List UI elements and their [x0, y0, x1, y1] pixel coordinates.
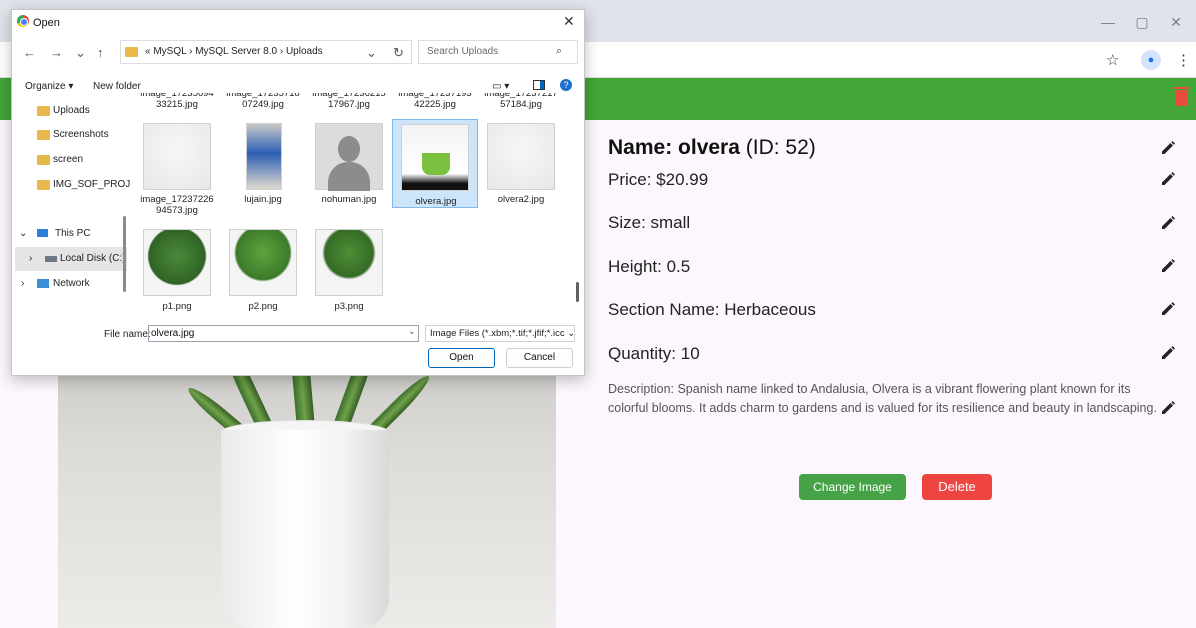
file-item[interactable]: image_17237193 42225.jpg [396, 93, 474, 110]
file-grid-scrollbar[interactable] [576, 282, 579, 302]
nav-pane-scrollbar[interactable] [123, 216, 126, 292]
network-icon [37, 279, 49, 288]
edit-quantity-icon[interactable] [1161, 346, 1175, 360]
back-arrow-icon[interactable]: ← [23, 45, 36, 60]
file-item[interactable]: p1.png [138, 227, 216, 315]
change-image-button[interactable]: Change Image [799, 474, 906, 500]
file-item[interactable]: lujain.jpg [224, 121, 302, 221]
sidebar-item-screenshots[interactable]: Screenshots [15, 123, 127, 147]
sidebar-item-screen[interactable]: screen [15, 148, 127, 172]
product-image [58, 340, 556, 628]
edit-section-icon[interactable] [1161, 302, 1175, 316]
file-name-dropdown-icon[interactable]: ⌄ [408, 326, 416, 337]
price-field: Price: $20.99 [608, 170, 709, 189]
file-item[interactable]: nohuman.jpg [310, 121, 388, 221]
file-name-label: File name: [104, 329, 151, 340]
thumbnail-image [315, 123, 383, 191]
sidebar-item-local-disk[interactable]: › Local Disk (C:) [15, 247, 127, 271]
edit-description-icon[interactable] [1161, 401, 1175, 415]
restore-button[interactable]: ▢ [1132, 14, 1152, 31]
thumbnail-image [315, 229, 383, 296]
new-folder-button[interactable]: New folder [93, 81, 141, 92]
file-grid: image_17235694 33215.jpg image_17235718 … [138, 93, 574, 315]
description-field: Description: Spanish name linked to Anda… [608, 382, 1157, 415]
file-item[interactable]: p3.png [310, 227, 388, 315]
file-item[interactable]: image_17237226 94573.jpg [138, 121, 216, 221]
refresh-icon[interactable]: ↻ [393, 45, 404, 61]
file-item[interactable]: olvera2.jpg [482, 121, 560, 221]
thumbnail-image [487, 123, 555, 190]
file-item[interactable]: p2.png [224, 227, 302, 315]
pc-icon [37, 229, 48, 237]
open-button[interactable]: Open [428, 348, 495, 368]
file-type-select[interactable]: Image Files (*.xbm;*.tif;*.jfif;*.icc ⌄ [425, 325, 575, 342]
minimize-button[interactable]: — [1098, 14, 1118, 30]
file-item[interactable]: image_17235694 33215.jpg [138, 93, 216, 110]
height-field: Height: 0.5 [608, 257, 691, 276]
expand-chevron-icon[interactable]: ⌄ [19, 222, 27, 246]
window-close-button[interactable]: ✕ [1166, 14, 1186, 31]
preview-pane-icon[interactable] [533, 80, 545, 90]
file-item[interactable]: image_17236215 17967.jpg [310, 93, 388, 110]
file-item-selected[interactable]: olvera.jpg [392, 119, 478, 208]
path-dropdown-icon[interactable]: ⌄ [366, 45, 377, 61]
folder-icon [37, 130, 50, 140]
sidebar-item-network[interactable]: › Network [15, 272, 127, 296]
dialog-close-button[interactable]: ✕ [563, 13, 575, 30]
trash-icon[interactable] [1174, 87, 1189, 106]
file-name-input[interactable]: olvera.jpg [148, 325, 419, 342]
view-options-icon[interactable]: ▭ ▾ [492, 81, 509, 92]
edit-name-icon[interactable] [1161, 141, 1175, 155]
thumbnail-image [246, 123, 282, 190]
forward-arrow-icon[interactable]: → [50, 45, 63, 60]
folder-icon [125, 47, 138, 57]
delete-button[interactable]: Delete [922, 474, 992, 500]
section-field: Section Name: Herbaceous [608, 300, 816, 319]
sidebar-item-this-pc[interactable]: ⌄ This PC [15, 222, 127, 246]
file-item[interactable]: image_17237217 57184.jpg [482, 93, 560, 110]
organize-menu[interactable]: Organize ▾ [25, 81, 73, 92]
bookmark-star-icon[interactable]: ☆ [1106, 51, 1119, 69]
file-item[interactable]: image_17235718 07249.jpg [224, 93, 302, 110]
thumbnail-image [143, 123, 211, 190]
product-id: (ID: 52) [739, 136, 816, 159]
folder-icon [37, 106, 50, 116]
up-folder-icon[interactable]: ↑ [97, 45, 104, 60]
search-icon[interactable]: ⌕ [556, 45, 562, 58]
folder-icon [37, 180, 50, 190]
sidebar-item-img-sof-proj[interactable]: IMG_SOF_PROJ [15, 173, 130, 197]
thumbnail-image [401, 124, 469, 191]
edit-size-icon[interactable] [1161, 216, 1175, 230]
cancel-button[interactable]: Cancel [506, 348, 573, 368]
search-input[interactable]: Search Uploads [418, 40, 578, 64]
thumbnail-image [143, 229, 211, 296]
name-label: Name: olvera [608, 136, 740, 159]
edit-price-icon[interactable] [1161, 172, 1175, 186]
quantity-field: Quantity: 10 [608, 344, 700, 363]
profile-avatar[interactable]: ● [1141, 50, 1161, 70]
nav-pane: Uploads Screenshots screen IMG_SOF_PROJ … [15, 93, 130, 315]
edit-height-icon[interactable] [1161, 259, 1175, 273]
browser-menu-icon[interactable]: ⋮ [1176, 51, 1191, 69]
help-icon[interactable]: ? [560, 79, 572, 91]
expand-chevron-icon[interactable]: › [29, 247, 32, 271]
sidebar-item-uploads[interactable]: Uploads [15, 99, 127, 123]
disk-icon [45, 256, 57, 262]
expand-chevron-icon[interactable]: › [21, 272, 24, 296]
folder-icon [37, 155, 50, 165]
product-name: Name: olvera (ID: 52) [608, 136, 1188, 160]
recent-locations-icon[interactable]: ⌄ [75, 45, 86, 61]
thumbnail-image [229, 229, 297, 296]
dialog-title: Open [33, 17, 60, 29]
size-field: Size: small [608, 213, 691, 232]
chrome-logo-icon [17, 15, 29, 27]
